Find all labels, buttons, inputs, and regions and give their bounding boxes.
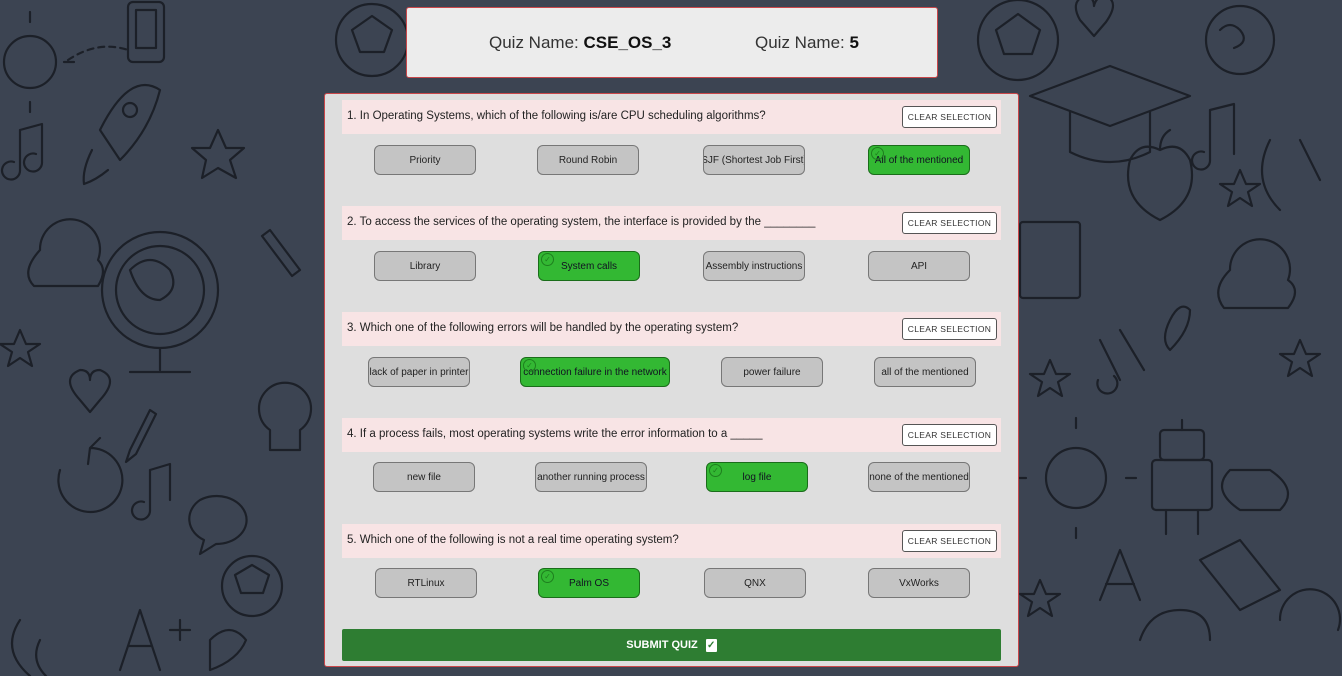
question-text-2: 2. To access the services of the operati… xyxy=(347,216,816,228)
question-row-2: 2. To access the services of the operati… xyxy=(342,206,1001,240)
clear-selection-button-1[interactable]: CLEAR SELECTION xyxy=(902,106,997,128)
question-text-3: 3. Which one of the following errors wil… xyxy=(347,322,739,334)
clear-selection-button-5[interactable]: CLEAR SELECTION xyxy=(902,530,997,552)
check-circle-icon: ✓ xyxy=(709,464,722,477)
check-circle-icon: ✓ xyxy=(871,147,884,160)
q2-option-4[interactable]: API xyxy=(868,251,970,281)
question-row-3: 3. Which one of the following errors wil… xyxy=(342,312,1001,346)
q2-option-3[interactable]: Assembly instructions xyxy=(703,251,805,281)
q1-option-4-label: All of the mentioned xyxy=(874,154,964,166)
q1-option-1[interactable]: Priority xyxy=(374,145,476,175)
q3-option-2-selected[interactable]: ✓ connection failure in the network xyxy=(520,357,670,387)
quiz-name-label: Quiz Name: CSE_OS_3 xyxy=(489,33,672,52)
check-circle-icon: ✓ xyxy=(523,359,536,372)
question-text-1: 1. In Operating Systems, which of the fo… xyxy=(347,110,766,122)
quiz-count-value: 5 xyxy=(849,33,859,52)
quiz-name-value: CSE_OS_3 xyxy=(583,33,672,52)
q2-option-2-selected[interactable]: ✓ System calls xyxy=(538,251,640,281)
quiz-card: 1. In Operating Systems, which of the fo… xyxy=(324,93,1019,667)
q3-option-1[interactable]: lack of paper in printer xyxy=(368,357,470,387)
q4-option-2[interactable]: another running process xyxy=(535,462,647,492)
clear-selection-button-3[interactable]: CLEAR SELECTION xyxy=(902,318,997,340)
q5-option-1[interactable]: RTLinux xyxy=(375,568,477,598)
q2-option-2-label: System calls xyxy=(560,260,618,272)
q5-option-4[interactable]: VxWorks xyxy=(868,568,970,598)
submit-quiz-label: SUBMIT QUIZ xyxy=(626,639,698,651)
quiz-count-label: Quiz Name: 5 xyxy=(755,33,859,52)
quiz-header-card: Quiz Name: CSE_OS_3 Quiz Name: 5 xyxy=(406,7,938,78)
clear-selection-button-4[interactable]: CLEAR SELECTION xyxy=(902,424,997,446)
clear-selection-button-2[interactable]: CLEAR SELECTION xyxy=(902,212,997,234)
q5-option-2-label: Palm OS xyxy=(568,577,609,589)
question-text-4: 4. If a process fails, most operating sy… xyxy=(347,428,763,440)
q2-option-1[interactable]: Library xyxy=(374,251,476,281)
q4-option-3-selected[interactable]: ✓ log file xyxy=(706,462,808,492)
q3-option-4[interactable]: all of the mentioned xyxy=(874,357,976,387)
q4-option-3-label: log file xyxy=(742,471,772,483)
q4-option-4[interactable]: none of the mentioned xyxy=(868,462,970,492)
check-circle-icon: ✓ xyxy=(541,253,554,266)
q1-option-2[interactable]: Round Robin xyxy=(537,145,639,175)
question-row-1: 1. In Operating Systems, which of the fo… xyxy=(342,100,1001,134)
q5-option-2-selected[interactable]: ✓ Palm OS xyxy=(538,568,640,598)
question-row-5: 5. Which one of the following is not a r… xyxy=(342,524,1001,558)
question-text-5: 5. Which one of the following is not a r… xyxy=(347,534,679,546)
q1-option-3[interactable]: SJF (Shortest Job First) xyxy=(703,145,805,175)
clipboard-check-icon: ✓ xyxy=(705,638,717,652)
q3-option-3[interactable]: power failure xyxy=(721,357,823,387)
check-circle-icon: ✓ xyxy=(541,570,554,583)
submit-quiz-button[interactable]: SUBMIT QUIZ ✓ xyxy=(342,629,1001,661)
question-row-4: 4. If a process fails, most operating sy… xyxy=(342,418,1001,452)
q3-option-2-label: connection failure in the network xyxy=(523,366,667,378)
q4-option-1[interactable]: new file xyxy=(373,462,475,492)
q5-option-3[interactable]: QNX xyxy=(704,568,806,598)
q1-option-4-selected[interactable]: ✓ All of the mentioned xyxy=(868,145,970,175)
